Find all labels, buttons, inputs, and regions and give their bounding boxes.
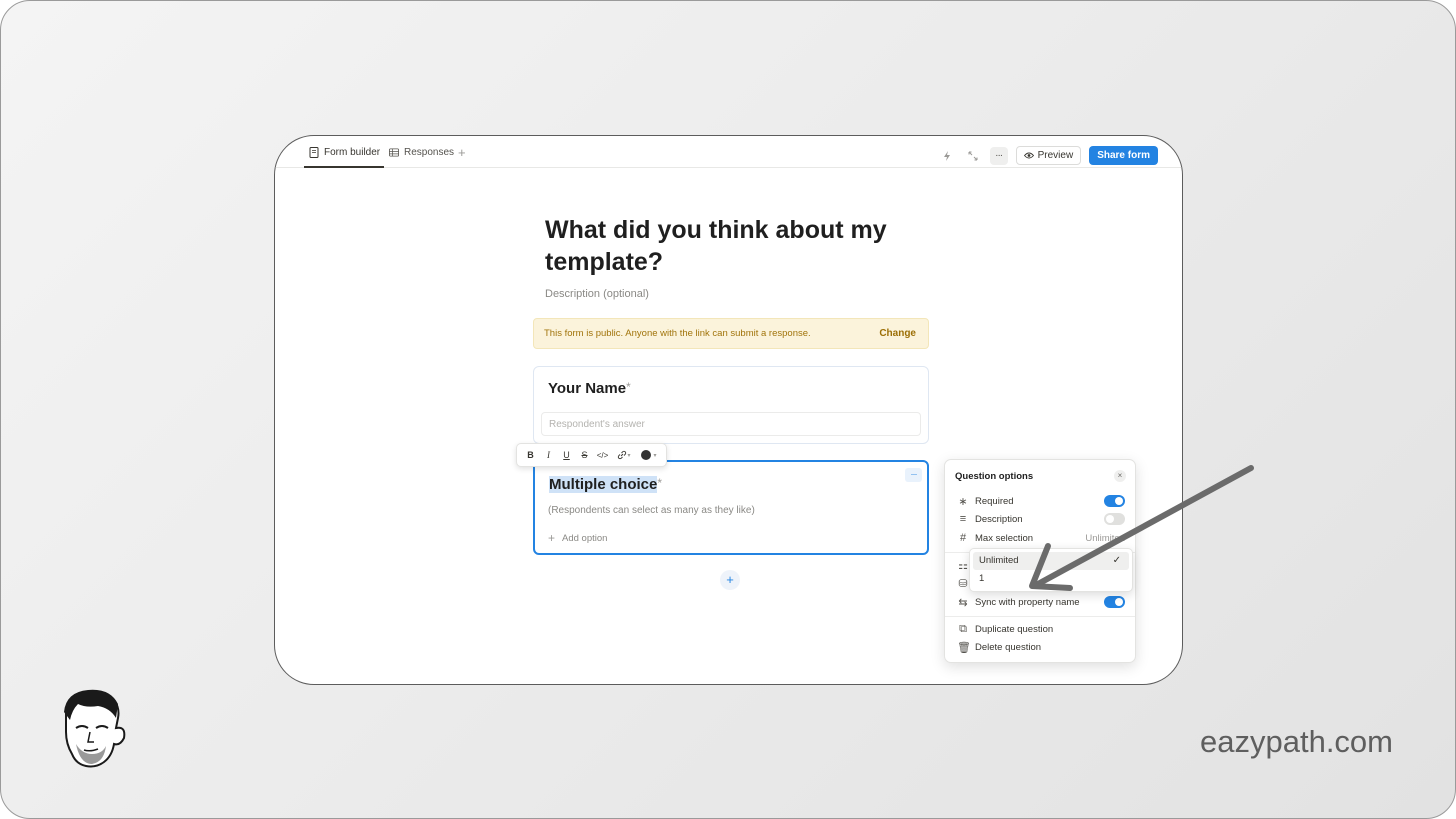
link-button[interactable]: ▾	[613, 447, 635, 463]
brand-watermark: eazypath.com	[1200, 724, 1393, 759]
question-card-name[interactable]: Your Name* Respondent's answer	[533, 366, 929, 444]
required-mark: *	[657, 476, 663, 490]
add-tab-button[interactable]: +	[458, 145, 466, 166]
tab-responses[interactable]: Responses	[389, 147, 454, 168]
notice-change-button[interactable]: Change	[879, 328, 916, 339]
public-notice: This form is public. Anyone with the lin…	[533, 318, 929, 349]
tab-label: Form builder	[324, 147, 381, 158]
form-title[interactable]: What did you think about my template?	[545, 214, 945, 278]
more-options-button[interactable]: ···	[989, 146, 1008, 165]
divider	[945, 616, 1135, 617]
plus-icon: +	[458, 145, 466, 160]
action-label: Duplicate question	[975, 623, 1054, 635]
document-icon	[309, 147, 319, 158]
card-more-button[interactable]: ···	[905, 468, 922, 482]
trash-icon: 🗑	[957, 641, 971, 654]
question-title[interactable]: Your Name*	[548, 380, 631, 397]
share-form-button[interactable]: Share form	[1089, 146, 1158, 165]
text-color-button[interactable]: ▾	[638, 447, 660, 463]
strikethrough-button[interactable]: S	[577, 447, 592, 463]
table-icon	[389, 148, 399, 157]
add-option-label: Add option	[562, 532, 608, 544]
option-label: 1	[979, 573, 985, 584]
add-option-button[interactable]: + Add option	[548, 531, 607, 545]
link-icon	[618, 450, 627, 460]
database-icon: ⛁	[958, 577, 968, 590]
add-question-button[interactable]: +	[720, 570, 740, 590]
required-mark: *	[626, 380, 631, 394]
duplicate-icon: ⧉	[959, 622, 967, 635]
grid-icon: ⚏	[958, 559, 968, 572]
form-description[interactable]: Description (optional)	[545, 288, 649, 300]
toolbar-right: ··· Preview Share form	[938, 146, 1158, 165]
preview-label: Preview	[1037, 150, 1074, 161]
plus-icon: +	[548, 531, 556, 545]
question-card-multiple-choice[interactable]: Multiple choice* (Respondents can select…	[533, 460, 929, 555]
more-icon: ···	[995, 150, 1003, 161]
tab-label: Responses	[404, 147, 455, 158]
sync-icon: ⇆	[958, 596, 968, 609]
text-lines-icon: ≡	[959, 513, 967, 525]
preview-button[interactable]: Preview	[1015, 146, 1082, 165]
action-label: Delete question	[975, 641, 1042, 653]
notice-text: This form is public. Anyone with the lin…	[544, 328, 811, 339]
italic-button[interactable]: I	[541, 447, 556, 463]
duplicate-question-button[interactable]: ⧉ Duplicate question	[957, 621, 1125, 637]
chevron-down-icon: ▾	[653, 452, 657, 459]
question-subtitle: (Respondents can select as many as they …	[548, 505, 755, 516]
code-button[interactable]: </>	[595, 447, 610, 463]
asterisk-icon: ∗	[958, 495, 968, 508]
text-format-toolbar: B I U S </> ▾ ▾	[516, 443, 667, 467]
annotation-arrow-icon	[1029, 465, 1254, 591]
tab-form-builder[interactable]: Form builder	[304, 147, 384, 168]
answer-input[interactable]: Respondent's answer	[541, 412, 921, 436]
bold-button[interactable]: B	[523, 447, 538, 463]
chevron-down-icon: ▾	[627, 452, 631, 459]
question-title-text: Multiple choice	[549, 476, 658, 493]
underline-button[interactable]: U	[559, 447, 574, 463]
delete-question-button[interactable]: 🗑 Delete question	[957, 639, 1125, 655]
color-swatch-icon	[641, 450, 652, 460]
top-bar: Form builder Responses + ··· Preview Sha…	[275, 136, 1182, 168]
share-label: Share form	[1097, 150, 1150, 161]
question-title[interactable]: Multiple choice*	[549, 476, 662, 493]
lightning-icon[interactable]	[938, 147, 956, 165]
hash-icon: #	[959, 532, 967, 544]
eye-icon	[1023, 152, 1034, 159]
expand-icon[interactable]	[964, 147, 982, 165]
avatar-icon	[64, 689, 126, 768]
question-title-text: Your Name	[548, 380, 627, 397]
